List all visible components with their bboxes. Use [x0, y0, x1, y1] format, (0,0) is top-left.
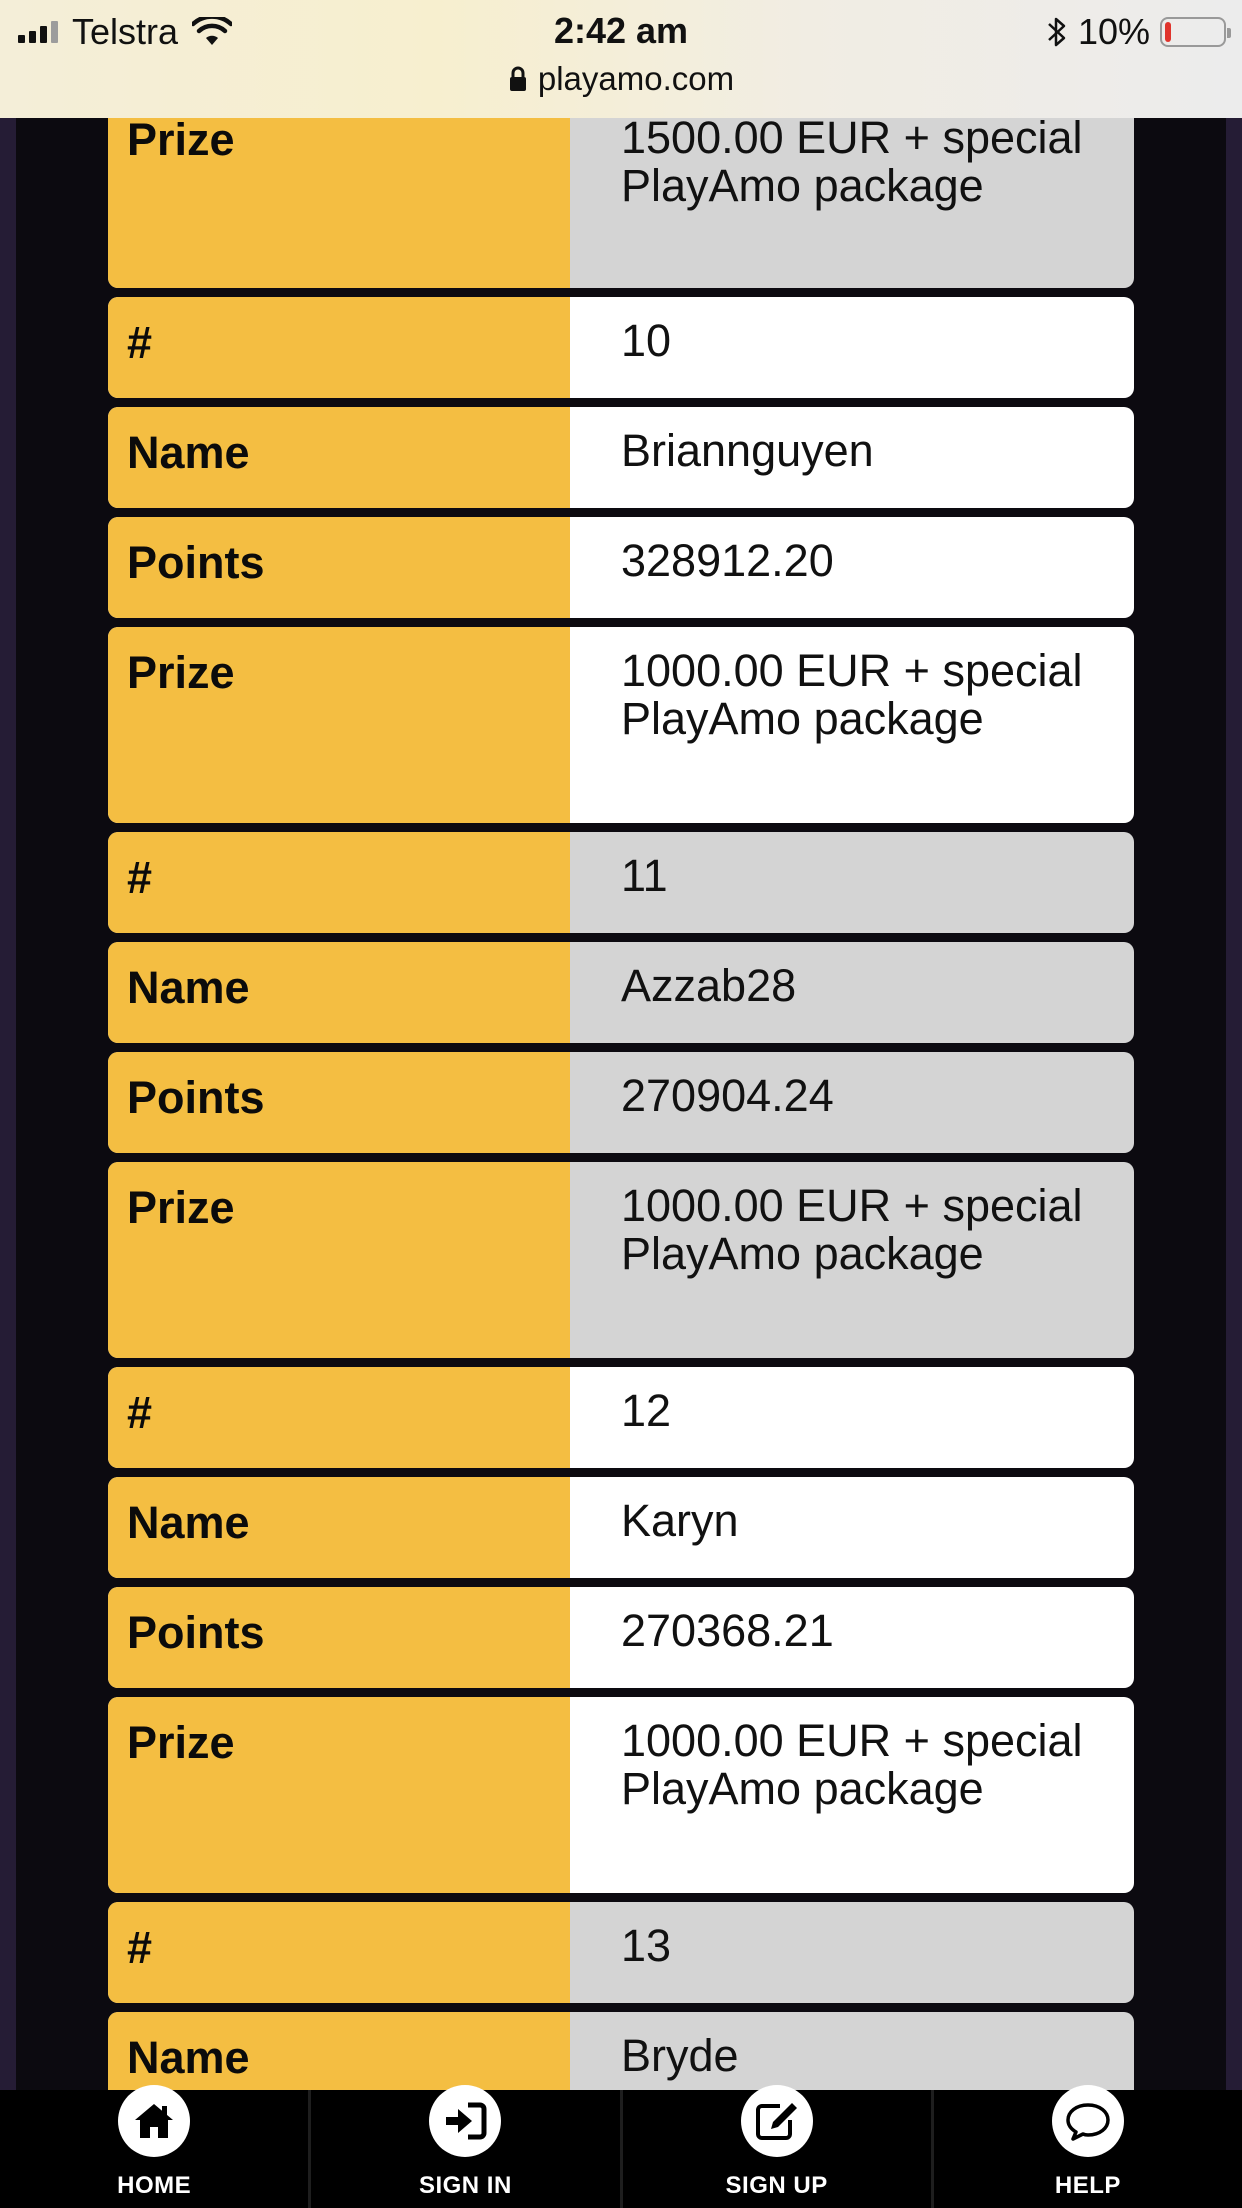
chat-bubble-icon: [1051, 2085, 1124, 2157]
rank-label: #: [108, 1902, 570, 2003]
name-value: Briannguyen: [621, 425, 874, 476]
table-row: Prize 1500.00 EUR + special PlayAmo pack…: [108, 110, 1134, 288]
rank-value: 10: [621, 315, 672, 366]
nav-help-label: HELP: [1054, 2172, 1121, 2199]
nav-home[interactable]: HOME: [0, 2085, 312, 2208]
nav-help[interactable]: HELP: [934, 2085, 1242, 2208]
table-row-prize: Prize 1000.00 EUR + special PlayAmo pack…: [108, 627, 1134, 823]
nav-sign-in[interactable]: SIGN IN: [311, 2085, 623, 2208]
nav-sign-up-label: SIGN UP: [725, 2172, 828, 2199]
name-value: Karyn: [621, 1495, 739, 1546]
bottom-navigation: HOME SIGN IN SIGN UP HELP: [0, 2085, 1242, 2208]
table-row-prize: Prize 1000.00 EUR + special PlayAmo pack…: [108, 1697, 1134, 1893]
table-row-rank: # 13: [108, 1902, 1134, 2003]
rank-label: #: [108, 1367, 570, 1468]
prize-value: 1000.00 EUR + special PlayAmo package: [621, 645, 1083, 744]
rank-label: #: [108, 832, 570, 933]
prize-value: 1500.00 EUR + special PlayAmo package: [621, 112, 1083, 211]
bluetooth-icon: [1048, 17, 1066, 47]
battery-icon: [1160, 17, 1231, 47]
table-row-name: Name Azzab28: [108, 942, 1134, 1043]
sign-up-icon: [740, 2085, 813, 2157]
points-value: 270368.21: [621, 1605, 834, 1656]
nav-sign-up[interactable]: SIGN UP: [623, 2085, 934, 2208]
points-label: Points: [108, 517, 570, 618]
table-row-points: Points 270904.24: [108, 1052, 1134, 1153]
home-icon: [118, 2085, 191, 2157]
table-row-rank: # 11: [108, 832, 1134, 933]
table-row-name: Name Karyn: [108, 1477, 1134, 1578]
points-label: Points: [108, 1052, 570, 1153]
name-label: Name: [108, 942, 570, 1043]
nav-home-label: HOME: [117, 2172, 192, 2199]
page-side-border-left: [0, 118, 16, 2090]
name-label: Name: [108, 407, 570, 508]
table-row-rank: # 10: [108, 297, 1134, 398]
rank-label: #: [108, 297, 570, 398]
table-row-prize: Prize 1000.00 EUR + special PlayAmo pack…: [108, 1162, 1134, 1358]
name-value: Azzab28: [621, 960, 797, 1011]
page-side-border-right: [1226, 118, 1242, 2090]
prize-value: 1000.00 EUR + special PlayAmo package: [621, 1180, 1083, 1279]
rank-value: 11: [621, 850, 668, 901]
prize-label: Prize: [108, 110, 570, 288]
table-row-points: Points 328912.20: [108, 517, 1134, 618]
points-label: Points: [108, 1587, 570, 1688]
prize-value: 1000.00 EUR + special PlayAmo package: [621, 1715, 1083, 1814]
rank-value: 12: [621, 1385, 672, 1436]
url-bar[interactable]: playamo.com: [0, 60, 1242, 98]
name-label: Name: [108, 1477, 570, 1578]
prize-label: Prize: [108, 1697, 570, 1893]
nav-sign-in-label: SIGN IN: [418, 2172, 512, 2199]
battery-level: [1165, 22, 1171, 42]
leaderboard-table: Prize 1500.00 EUR + special PlayAmo pack…: [108, 110, 1134, 2122]
table-row-points: Points 270368.21: [108, 1587, 1134, 1688]
lock-icon: [509, 66, 526, 91]
status-right: 10%: [1046, 10, 1231, 54]
prize-label: Prize: [108, 1162, 570, 1358]
points-value: 270904.24: [621, 1070, 834, 1121]
prize-label: Prize: [108, 627, 570, 823]
table-row-name: Name Briannguyen: [108, 407, 1134, 508]
url-text: playamo.com: [537, 60, 735, 97]
points-value: 328912.20: [621, 535, 834, 586]
browser-status-bar: Telstra 2:42 am 10% playamo.com: [0, 0, 1242, 118]
battery-percent: 10%: [1077, 11, 1150, 52]
rank-value: 13: [621, 1920, 672, 1971]
table-row-rank: # 12: [108, 1367, 1134, 1468]
sign-in-icon: [429, 2085, 502, 2157]
